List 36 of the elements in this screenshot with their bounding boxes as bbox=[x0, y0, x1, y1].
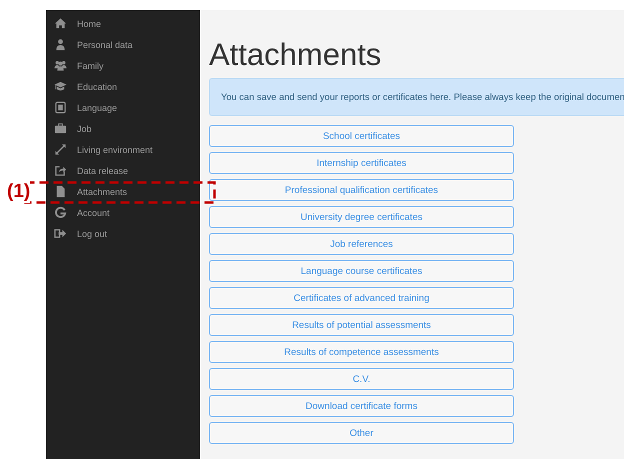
graduation-cap-icon bbox=[54, 80, 67, 93]
category-button[interactable]: Download certificate forms bbox=[209, 395, 514, 417]
file-icon bbox=[54, 185, 67, 198]
briefcase-icon bbox=[54, 122, 67, 135]
category-button[interactable]: University degree certificates bbox=[209, 206, 514, 228]
sidebar-item[interactable]: Account bbox=[77, 208, 110, 218]
sidebar-item[interactable]: Log out bbox=[77, 228, 108, 238]
sidebar-item[interactable]: Language bbox=[77, 102, 118, 112]
category-button[interactable]: Professional qualification certificates bbox=[209, 179, 514, 201]
category-button[interactable]: Job references bbox=[209, 233, 514, 255]
people-icon bbox=[54, 59, 67, 72]
resize-arrows-icon bbox=[54, 143, 67, 156]
category-button[interactable]: Internship certificates bbox=[209, 152, 514, 174]
sidebar-item[interactable]: Living environment bbox=[77, 144, 153, 154]
g-icon bbox=[54, 206, 67, 219]
annotation-label: (1) bbox=[7, 181, 30, 203]
logout-icon bbox=[54, 227, 67, 240]
sidebar-item[interactable]: Education bbox=[77, 82, 118, 92]
category-button[interactable]: Certificates of advanced training bbox=[209, 287, 514, 309]
sidebar-item[interactable]: Personal data bbox=[77, 40, 133, 50]
person-icon bbox=[54, 38, 67, 51]
category-button[interactable]: School certificates bbox=[209, 125, 514, 147]
category-button[interactable]: Results of potential assessments bbox=[209, 314, 514, 336]
sidebar-item[interactable]: Attachments bbox=[77, 186, 128, 196]
category-button[interactable]: Other bbox=[209, 422, 514, 444]
sidebar-item[interactable]: Data release bbox=[77, 166, 128, 176]
info-message: You can save and send your reports or certificates here. Please always keep the original documen bbox=[209, 78, 624, 116]
category-button[interactable]: Language course certificates bbox=[209, 260, 514, 282]
sidebar-item[interactable]: Family bbox=[77, 60, 104, 70]
category-button[interactable]: Results of competence assessments bbox=[209, 341, 514, 363]
sidebar-item[interactable]: Job bbox=[77, 124, 92, 134]
page-title: Attachments bbox=[209, 37, 382, 73]
share-icon bbox=[54, 164, 67, 177]
sidebar-item[interactable]: Home bbox=[77, 18, 102, 28]
home-icon bbox=[54, 17, 67, 30]
category-button[interactable]: C.V. bbox=[209, 368, 514, 390]
